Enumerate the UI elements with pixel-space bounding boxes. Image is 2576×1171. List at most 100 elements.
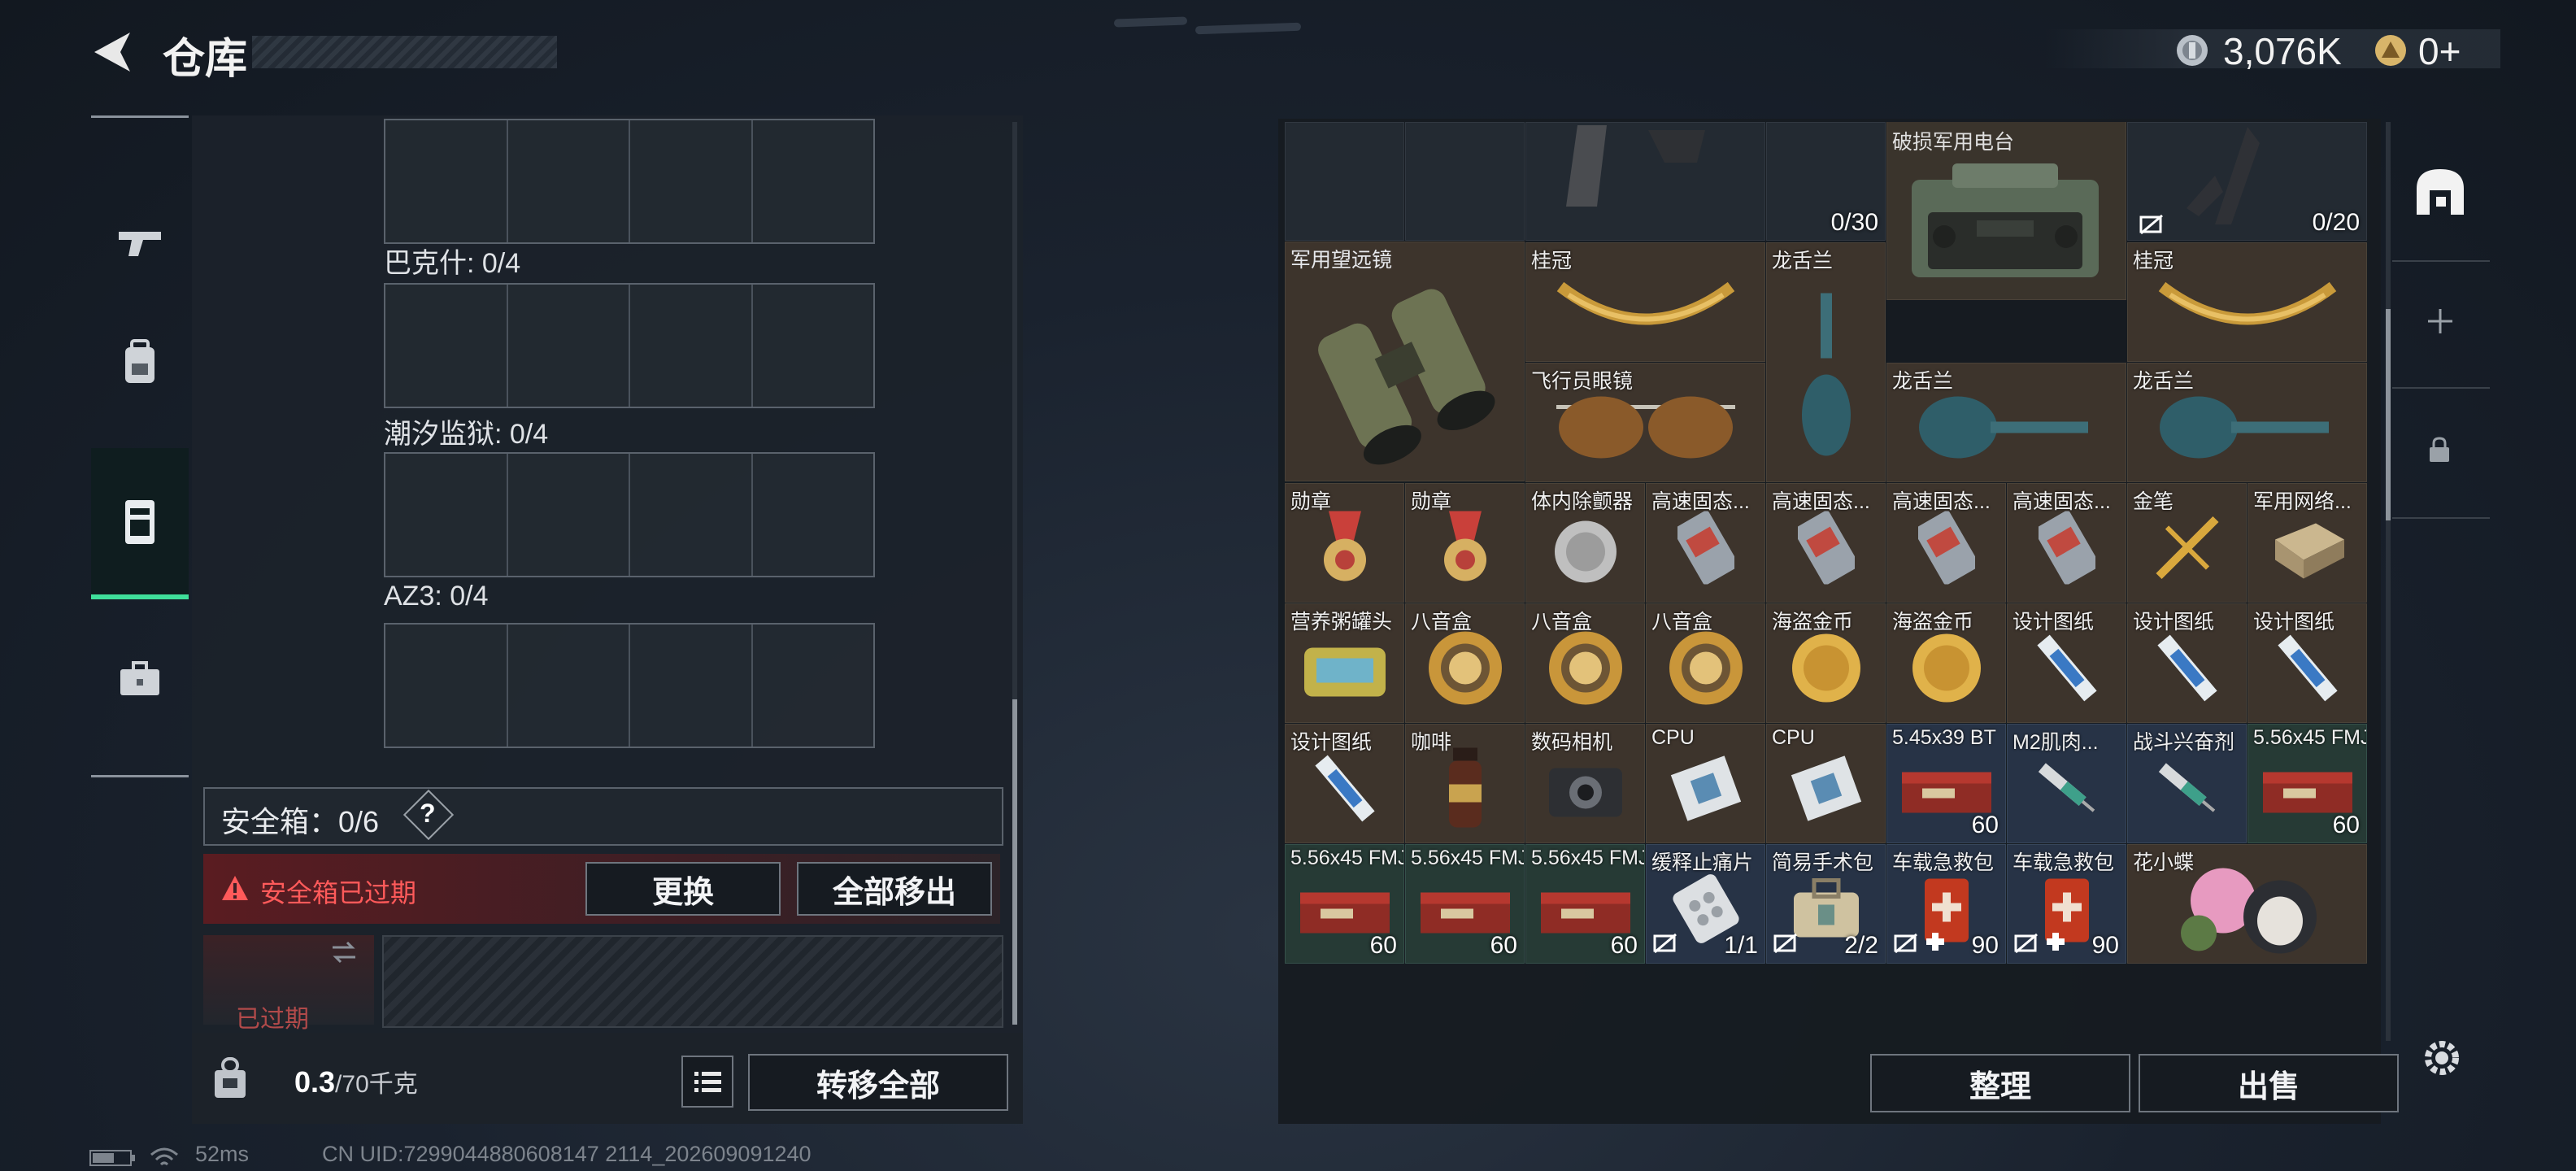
item-name: 车载急救包 — [2012, 851, 2115, 874]
item-cell[interactable]: 八音盒 — [1405, 603, 1525, 723]
item-name: 设计图纸 — [2133, 611, 2215, 633]
item-slot[interactable] — [1405, 122, 1525, 241]
item-cell[interactable]: 八音盒 — [1525, 603, 1645, 723]
camera-icon — [1545, 756, 1626, 825]
stash-scrollbar-thumb[interactable] — [2386, 309, 2391, 520]
item-cell[interactable]: 八音盒 — [1646, 603, 1765, 723]
item-cell[interactable]: 数码相机 — [1525, 724, 1645, 843]
slot-grid[interactable] — [384, 119, 875, 244]
item-radio[interactable]: 破损军用电台 — [1886, 122, 2126, 300]
item-cell[interactable]: 高速固态... — [1646, 483, 1765, 603]
item-name: 简易手术包 — [1772, 851, 1874, 874]
item-cell[interactable]: 设计图纸 — [2007, 603, 2126, 723]
settings-gear-icon[interactable] — [2418, 1034, 2465, 1082]
category-nav — [91, 115, 189, 777]
item-cell[interactable]: 金笔 — [2127, 483, 2247, 603]
sell-button[interactable]: 出售 — [2139, 1054, 2399, 1112]
item-cell[interactable]: 高速固态... — [1766, 483, 1886, 603]
item-slot[interactable]: 0/30 — [1766, 122, 1886, 241]
remove-all-button[interactable]: 全部移出 — [797, 862, 992, 916]
item-cell[interactable]: 桂冠 — [1525, 242, 1765, 362]
item-cell[interactable]: 咖啡 — [1405, 724, 1525, 843]
item-cell[interactable]: 勋章 — [1405, 483, 1525, 603]
slot-grid[interactable] — [384, 623, 875, 748]
back-arrow-icon[interactable] — [89, 29, 135, 75]
coffee-icon — [1445, 747, 1486, 834]
item-cell[interactable]: 高速固态... — [1886, 483, 2006, 603]
list-view-button[interactable] — [681, 1056, 733, 1108]
stash-scrollbar-track[interactable] — [2386, 122, 2391, 1041]
box-icon — [2267, 516, 2348, 585]
item-cell[interactable]: 5.56x45 FMJ 60 — [2247, 724, 2367, 843]
item-cell[interactable]: 高速固态... — [2007, 483, 2126, 603]
item-name: 高速固态... — [2012, 490, 2111, 513]
slot-grid[interactable] — [384, 283, 875, 408]
item-cell[interactable]: 5.45x39 BT 60 — [1886, 724, 2006, 843]
no-insure-icon — [1653, 933, 1677, 958]
nav-backpack[interactable] — [91, 289, 189, 435]
stash-home-icon[interactable] — [2412, 164, 2469, 218]
item-binoculars[interactable]: 军用望远镜 — [1285, 242, 1525, 481]
replace-button[interactable]: 更换 — [585, 862, 781, 916]
item-cell[interactable]: 设计图纸 — [2247, 603, 2367, 723]
item-cell[interactable]: 5.56x45 FMJ 60 — [1285, 844, 1404, 964]
item-slot[interactable] — [1285, 122, 1404, 241]
item-cell[interactable]: CPU — [1766, 724, 1886, 843]
coin-icon — [1425, 628, 1506, 713]
item-name: 飞行员眼镜 — [1531, 370, 1634, 393]
item-slot[interactable] — [1525, 122, 1765, 241]
nav-vest[interactable] — [91, 448, 189, 599]
item-cell[interactable]: 设计图纸 — [1285, 724, 1404, 843]
stock-icon — [2187, 126, 2261, 224]
item-cell[interactable]: M2肌肉... — [2007, 724, 2126, 843]
lock-icon[interactable] — [2428, 436, 2451, 464]
item-cell[interactable]: 花小蝶 — [2127, 844, 2367, 964]
nav-case[interactable] — [91, 606, 189, 752]
item-cell[interactable]: 战斗兴奋剂 — [2127, 724, 2247, 843]
item-cell[interactable]: 简易手术包 2/2 — [1766, 844, 1886, 964]
sort-button[interactable]: 整理 — [1870, 1054, 2130, 1112]
item-slot[interactable]: 0/20 — [2127, 122, 2367, 241]
warning-icon — [222, 876, 248, 900]
vest-icon — [125, 500, 154, 544]
blueprint-icon — [1308, 752, 1382, 829]
safebox-slot[interactable] — [382, 935, 1003, 1028]
item-cell[interactable]: 军用网络... — [2247, 483, 2367, 603]
no-insure-icon — [1773, 933, 1798, 958]
weight-value: 0.3 — [294, 1065, 336, 1099]
item-cell[interactable]: 桂冠 — [2127, 242, 2367, 362]
slot-label: AZ3: 0/4 — [384, 581, 489, 612]
item-name: 金笔 — [2133, 490, 2174, 513]
item-cell[interactable]: 勋章 — [1285, 483, 1404, 603]
item-cell[interactable]: 龙舌兰 — [2127, 363, 2367, 482]
medal-icon — [1437, 511, 1494, 589]
item-cell[interactable]: CPU — [1646, 724, 1765, 843]
item-cell[interactable]: 车载急救包 90 — [1886, 844, 2006, 964]
item-cell[interactable]: 龙舌兰 — [1886, 363, 2126, 482]
item-name: 龙舌兰 — [1772, 250, 1834, 272]
item-cell[interactable]: 龙舌兰 — [1766, 242, 1886, 482]
ping-readout: 52ms — [195, 1142, 250, 1166]
item-cell[interactable]: 5.56x45 FMJ 60 — [1525, 844, 1645, 964]
item-cell[interactable]: 海盗金币 — [1766, 603, 1886, 723]
item-cell[interactable]: 飞行员眼镜 — [1525, 363, 1765, 482]
item-cell[interactable]: 营养粥罐头 — [1285, 603, 1404, 723]
item-cell[interactable]: 缓释止痛片 1/1 — [1646, 844, 1765, 964]
transfer-all-button[interactable]: 转移全部 — [748, 1054, 1008, 1111]
swap-icon[interactable] — [329, 940, 359, 964]
item-cell[interactable]: 5.56x45 FMJ 60 — [1405, 844, 1525, 964]
bottle-h-icon — [1909, 391, 2104, 468]
weight-icon — [215, 1057, 246, 1098]
item-name: CPU — [1772, 726, 1815, 749]
item-name: 战斗兴奋剂 — [2133, 731, 2235, 754]
item-cell[interactable]: 体内除颤器 — [1525, 483, 1645, 603]
scrollbar-thumb[interactable] — [1012, 699, 1017, 1025]
item-cell[interactable]: 设计图纸 — [2127, 603, 2247, 723]
laurel-icon — [2146, 271, 2349, 348]
slot-grid[interactable] — [384, 452, 875, 577]
item-name: 军用望远镜 — [1290, 249, 1393, 272]
item-cell[interactable]: 车载急救包 90 — [2007, 844, 2126, 964]
add-icon[interactable] — [2426, 307, 2454, 335]
item-cell[interactable]: 海盗金币 — [1886, 603, 2006, 723]
item-name: 勋章 — [1290, 490, 1332, 513]
